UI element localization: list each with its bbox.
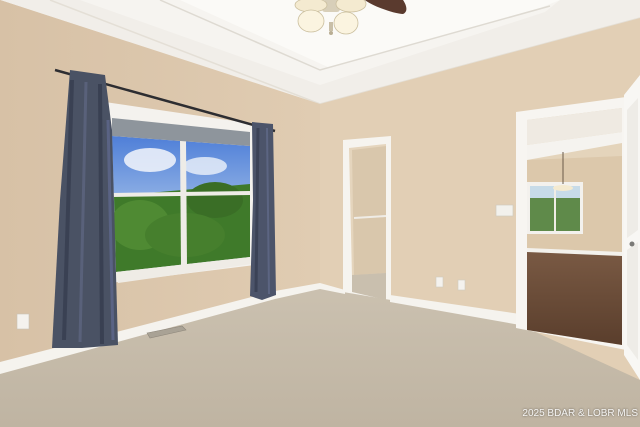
closet-doorway: [343, 136, 391, 300]
distant-window: [527, 182, 583, 234]
hardwood-floor: [527, 250, 622, 345]
outlet-icon: [435, 276, 444, 288]
bedroom-photo: [0, 0, 640, 427]
bedroom-doorway: [516, 97, 626, 350]
outlet-icon: [457, 279, 466, 291]
open-door: [624, 75, 640, 380]
right-curtain: [250, 122, 276, 300]
window: [105, 102, 255, 283]
light-switch-icon: [495, 204, 514, 217]
door-handle-icon: [629, 241, 635, 247]
watermark-text: 2025 BDAR & LOBR MLS: [522, 408, 638, 419]
outlet-icon: [16, 313, 30, 330]
